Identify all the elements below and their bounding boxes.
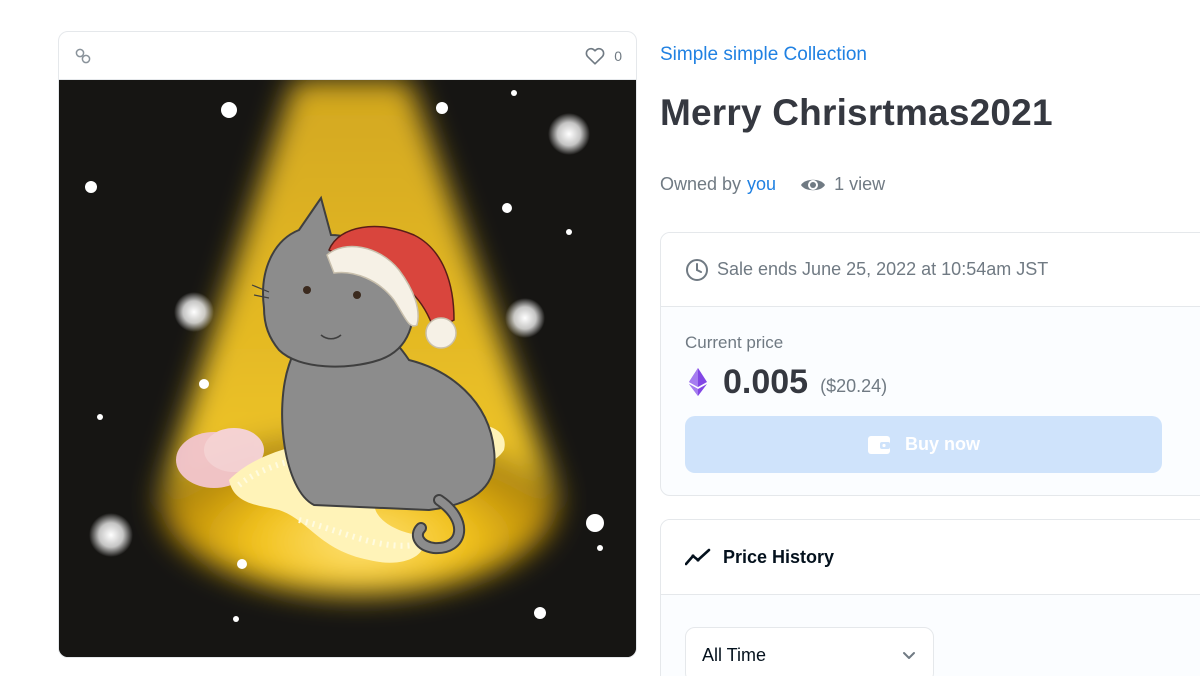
favorite-button[interactable]: 0 [584,45,622,67]
price-history-body: All Time [661,595,1200,676]
buy-now-label: Buy now [905,434,980,454]
price-value: 0.005 [723,363,809,401]
chain-link-icon [73,46,93,66]
period-select-value: All Time [702,644,767,665]
chevron-down-icon [901,647,917,663]
sale-end-row: Sale ends June 25, 2022 at 10:54am JST [661,233,1200,307]
period-select[interactable]: All Time [685,627,934,676]
price-history-header[interactable]: Price History [661,520,1200,595]
cat-artwork [59,80,636,657]
ethereum-icon [689,367,709,398]
wallet-icon [867,434,891,456]
asset-card-header: 0 [59,32,636,80]
views-count: 1 view [800,174,885,195]
price-history-panel: Price History All Time [660,519,1200,676]
price-usd: ($20.24) [820,376,888,396]
item-title: Merry Chrisrtmas2021 [660,92,1053,133]
owner-link[interactable]: you [747,174,776,195]
eye-icon [800,176,826,194]
item-details: Simple simple Collection Merry Chrisrtma… [660,0,1200,676]
trending-line-icon [685,547,711,567]
owned-by-label: Owned by [660,174,742,194]
buy-now-button[interactable]: Buy now [685,416,1162,473]
current-price-label: Current price [685,333,784,352]
sale-panel: Sale ends June 25, 2022 at 10:54am JST C… [660,232,1200,496]
asset-card: 0 [58,31,637,658]
sale-ends-text: Sale ends June 25, 2022 at 10:54am JST [717,259,1049,279]
asset-image[interactable] [59,80,636,657]
ownership-row: Owned by you 1 view [660,174,885,195]
collection-link[interactable]: Simple simple Collection [660,44,867,66]
favorites-count: 0 [614,47,622,64]
views-label: 1 view [834,174,886,194]
price-row: 0.005 ($20.24) [685,363,1195,402]
heart-icon [584,45,606,67]
clock-icon [685,258,709,282]
price-history-title: Price History [723,546,835,567]
sale-body: Current price 0.005 ($20.24) Buy now [661,307,1200,473]
